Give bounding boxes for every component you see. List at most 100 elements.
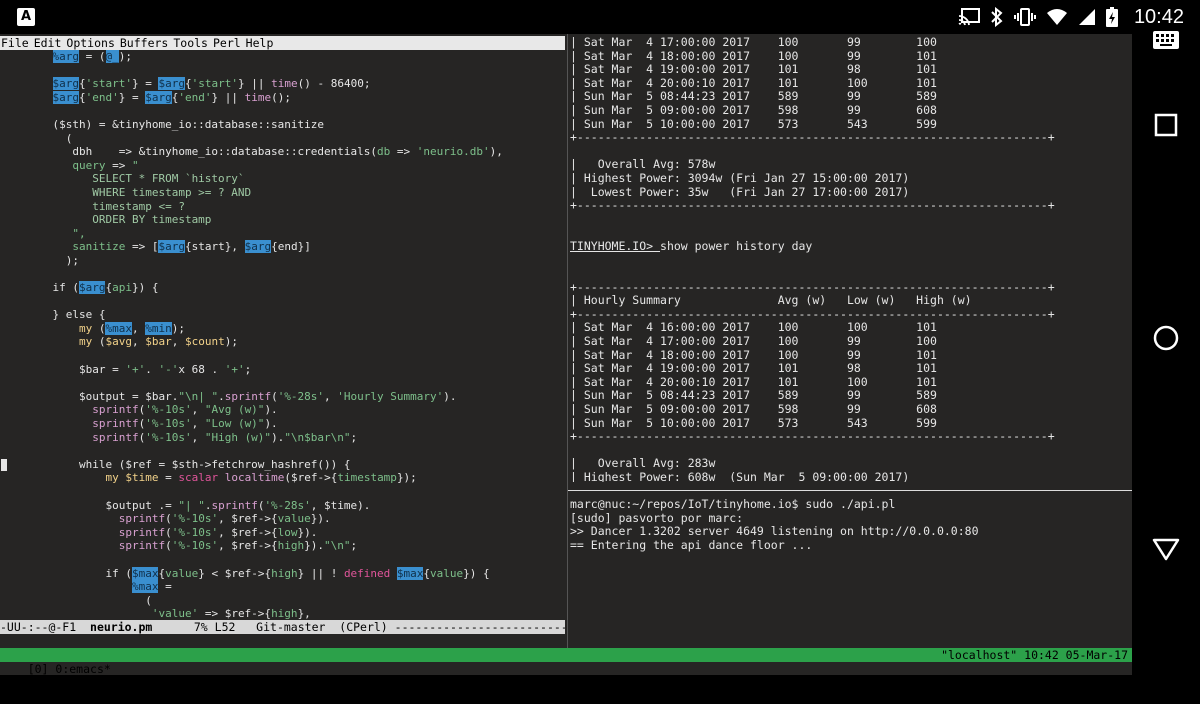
code-line[interactable]: my ($avg, $bar, $count);: [0, 335, 565, 349]
terminal-line: TINYHOME.IO> show power history day: [570, 238, 1130, 254]
code-line[interactable]: $output = $bar."\n| ".sprintf('%-28s', '…: [0, 390, 565, 404]
code-line[interactable]: sprintf('%-10s', $ref->{low}).: [0, 526, 565, 540]
code-token: my: [78, 321, 93, 335]
emacs-code-buffer[interactable]: %arg = (@_); $arg{'start'} = $arg{'start…: [0, 50, 565, 620]
code-line[interactable]: sprintf('%-10s', "Low (w)").: [0, 417, 565, 431]
code-token: (: [165, 512, 172, 526]
terminal-line: | Sun Mar 5 10:00:00 2017 573 543 599: [570, 415, 937, 430]
code-token: %arg: [52, 50, 79, 63]
code-token: 'value': [151, 607, 199, 620]
keyboard-button[interactable]: [1146, 20, 1186, 60]
back-button[interactable]: [1146, 529, 1186, 569]
code-token: high: [277, 539, 305, 553]
code-token: }) {: [463, 566, 490, 580]
code-line[interactable]: dbh => &tinyhome_io::database::credentia…: [0, 145, 565, 159]
code-line[interactable]: [0, 295, 565, 309]
server-log-pane[interactable]: marc@nuc:~/repos/IoT/tinyhome.io$ sudo .…: [570, 497, 1130, 638]
terminal-line: +---------------------------------------…: [570, 429, 1055, 444]
overview-button[interactable]: [1146, 105, 1186, 145]
code-line[interactable]: my $time = scalar localtime($ref->{times…: [0, 471, 565, 485]
modeline-info: 7% L52 Git-master (CPerl) --------------…: [193, 620, 565, 634]
terminal-line: | Sun Mar 5 08:44:23 2017 589 99 589: [570, 388, 937, 403]
code-token: ;: [350, 430, 358, 444]
notification-app-icon: A: [17, 8, 35, 26]
code-line[interactable]: sprintf('%-10s', "Avg (w)").: [0, 403, 565, 417]
menu-options[interactable]: Options: [66, 36, 114, 50]
code-line[interactable]: if ($max{value} < $ref->{high} || ! defi…: [0, 566, 565, 581]
pane-divider-vertical[interactable]: [567, 34, 568, 650]
terminal-line: | Sat Mar 4 17:00:00 2017 100 99 100: [570, 334, 937, 349]
code-token: 'neurio.db': [416, 145, 490, 159]
code-line[interactable]: );: [0, 254, 565, 268]
code-line[interactable]: WHERE timestamp >= ? AND: [0, 186, 565, 200]
code-line[interactable]: ORDER BY timestamp: [0, 213, 565, 227]
code-line[interactable]: my (%max, %min);: [0, 321, 565, 336]
code-token: SELECT * FROM `history`: [26, 172, 245, 186]
code-line[interactable]: query => ": [0, 159, 565, 173]
home-button[interactable]: [1146, 318, 1186, 358]
menu-buffers[interactable]: Buffers: [120, 36, 168, 50]
code-line[interactable]: %arg = (@_);: [0, 50, 565, 64]
code-line[interactable]: SELECT * FROM `history`: [0, 172, 565, 186]
code-token: $arg: [244, 240, 272, 254]
code-token: localtime: [224, 471, 285, 485]
code-token: query: [72, 158, 106, 172]
code-line[interactable]: [0, 376, 565, 390]
code-line[interactable]: $arg{'start'} = $arg{'start'} || time() …: [0, 77, 565, 91]
code-token: "Low (w)": [204, 417, 265, 431]
code-line[interactable]: $output .= "| ".sprintf('%-28s', $time).: [0, 499, 565, 513]
tmux-window-list[interactable]: [0] 0:emacs*: [28, 662, 111, 676]
code-line[interactable]: (: [0, 132, 565, 146]
code-line[interactable]: %max =: [0, 580, 565, 594]
tinyhome-repl-pane[interactable]: | Sat Mar 4 17:00:00 2017 100 99 100 | Sa…: [570, 36, 1130, 482]
code-token: ,: [131, 321, 146, 335]
code-line[interactable]: sprintf('%-10s', $ref->{value}).: [0, 512, 565, 526]
code-line[interactable]: if ($arg{api}) {: [0, 281, 565, 295]
code-line[interactable]: } else {: [0, 308, 565, 322]
code-token: if (: [26, 566, 132, 580]
code-line[interactable]: [0, 553, 565, 567]
code-line[interactable]: sprintf('%-10s', $ref->{high})."\n";: [0, 539, 565, 553]
code-line[interactable]: 'value' => $ref->{high},: [0, 607, 565, 620]
cell-signal-icon: [1078, 9, 1095, 25]
code-line[interactable]: sprintf('%-10s', "High (w)")."\n$bar\n";: [0, 431, 565, 445]
code-token: 'Hourly Summary': [337, 389, 444, 403]
code-token: $bar =: [26, 362, 126, 376]
code-line[interactable]: [0, 485, 565, 499]
menu-help[interactable]: Help: [246, 36, 274, 50]
code-token: 'start': [191, 77, 238, 91]
code-line[interactable]: timestamp <= ?: [0, 200, 565, 214]
repl-command: show power history day: [660, 238, 813, 253]
code-token: (: [165, 539, 172, 553]
code-line[interactable]: ",: [0, 227, 565, 241]
code-line[interactable]: [0, 64, 565, 78]
terminal-screen[interactable]: File Edit Options Buffers Tools Perl Help %arg…: [0, 34, 1132, 676]
menu-perl[interactable]: Perl: [213, 36, 241, 50]
tmux-status-bar: [0] 0:emacs* "localhost" 10:42 05-Mar-17: [0, 648, 1132, 676]
code-line[interactable]: [0, 268, 565, 282]
menu-file[interactable]: File: [1, 36, 29, 50]
code-line[interactable]: $arg{'end'} = $arg{'end'} || time();: [0, 90, 565, 105]
code-line[interactable]: while ($ref = $sth->fetchrow_hashref()) …: [0, 458, 565, 472]
code-token: ).: [443, 389, 457, 403]
terminal-line: | Overall Avg: 283w: [570, 456, 716, 471]
code-line[interactable]: sanitize => [$arg{start}, $arg{end}]: [0, 240, 565, 254]
code-line[interactable]: ($sth) = &tinyhome_io::database::sanitiz…: [0, 118, 565, 132]
code-token: api: [112, 281, 132, 295]
menu-tools[interactable]: Tools: [173, 36, 208, 50]
code-token: "High (w)": [204, 430, 272, 444]
code-line[interactable]: (: [0, 594, 565, 608]
code-token: 'end': [178, 90, 212, 104]
menu-edit[interactable]: Edit: [34, 36, 62, 50]
code-line[interactable]: $bar = '+'. '-'x 68 . '+';: [0, 363, 565, 377]
code-line[interactable]: [0, 444, 565, 458]
pane-divider-horizontal[interactable]: [568, 490, 1132, 491]
code-line[interactable]: [0, 349, 565, 363]
code-line[interactable]: [0, 104, 565, 118]
terminal-line: | Sun Mar 5 09:00:00 2017 598 99 608: [570, 102, 937, 117]
code-token: "\n": [324, 539, 351, 553]
code-token: my: [78, 335, 93, 349]
